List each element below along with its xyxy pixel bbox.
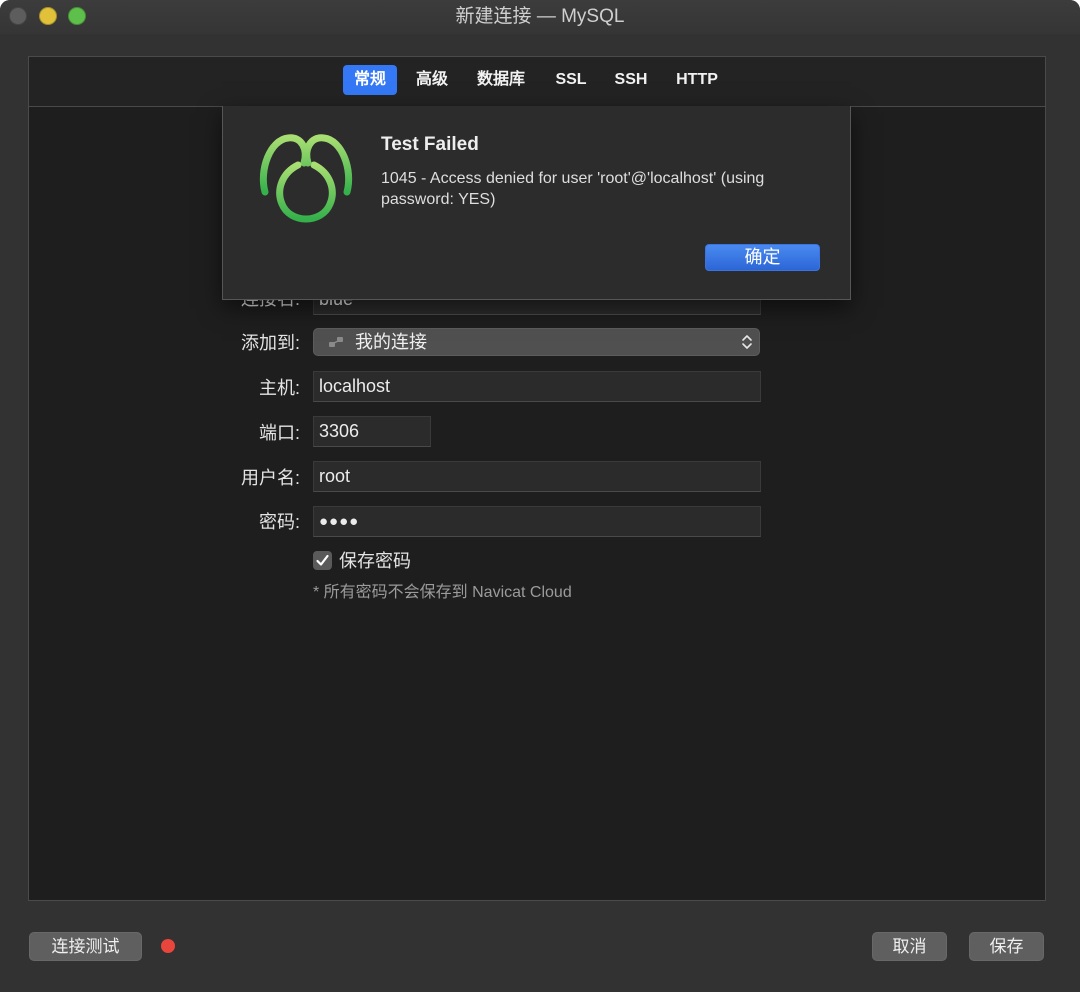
tab-databases[interactable]: 数据库 (466, 65, 536, 95)
connection-window: 新建连接 — MySQL 常规 高级 数据库 SSL SSH HTTP 连接名:… (0, 0, 1080, 992)
window-title: 新建连接 — MySQL (455, 6, 625, 27)
connection-group-icon (329, 337, 343, 347)
password-note: * 所有密码不会保存到 Navicat Cloud (313, 584, 572, 601)
password-field[interactable]: ●●●● (313, 506, 761, 537)
tab-ssl[interactable]: SSL (545, 65, 597, 95)
title-bar: 新建连接 — MySQL (0, 0, 1080, 34)
navicat-logo-icon (259, 134, 353, 223)
test-connection-button[interactable]: 连接测试 (29, 932, 142, 961)
host-label: 主机: (258, 378, 300, 398)
connection-status-dot (161, 939, 175, 953)
alert-message: 1045 - Access denied for user 'root'@'lo… (381, 170, 765, 208)
ok-button[interactable]: 确定 (705, 244, 820, 271)
add-to-select[interactable]: 我的连接 (313, 328, 760, 356)
save-password-label[interactable]: 保存密码 (339, 546, 411, 576)
cancel-button[interactable]: 取消 (872, 932, 947, 961)
add-to-value: 我的连接 (355, 332, 427, 352)
alert-title: Test Failed (381, 134, 479, 155)
username-field[interactable]: root (313, 461, 761, 492)
tab-advanced[interactable]: 高级 (405, 65, 459, 95)
username-label: 用户名: (240, 468, 300, 488)
add-to-label: 添加到: (240, 333, 300, 353)
save-password-checkbox[interactable] (313, 551, 332, 570)
save-button[interactable]: 保存 (969, 932, 1044, 961)
port-field[interactable]: 3306 (313, 416, 431, 447)
password-label: 密码: (258, 512, 300, 532)
host-field[interactable]: localhost (313, 371, 761, 402)
up-down-chevron-icon (742, 335, 752, 349)
tab-bar (29, 57, 1045, 107)
tab-general[interactable]: 常规 (343, 65, 397, 95)
checkmark-icon (316, 554, 329, 566)
tab-http[interactable]: HTTP (668, 65, 726, 95)
tab-ssh[interactable]: SSH (604, 65, 658, 95)
port-label: 端口: (258, 423, 300, 443)
